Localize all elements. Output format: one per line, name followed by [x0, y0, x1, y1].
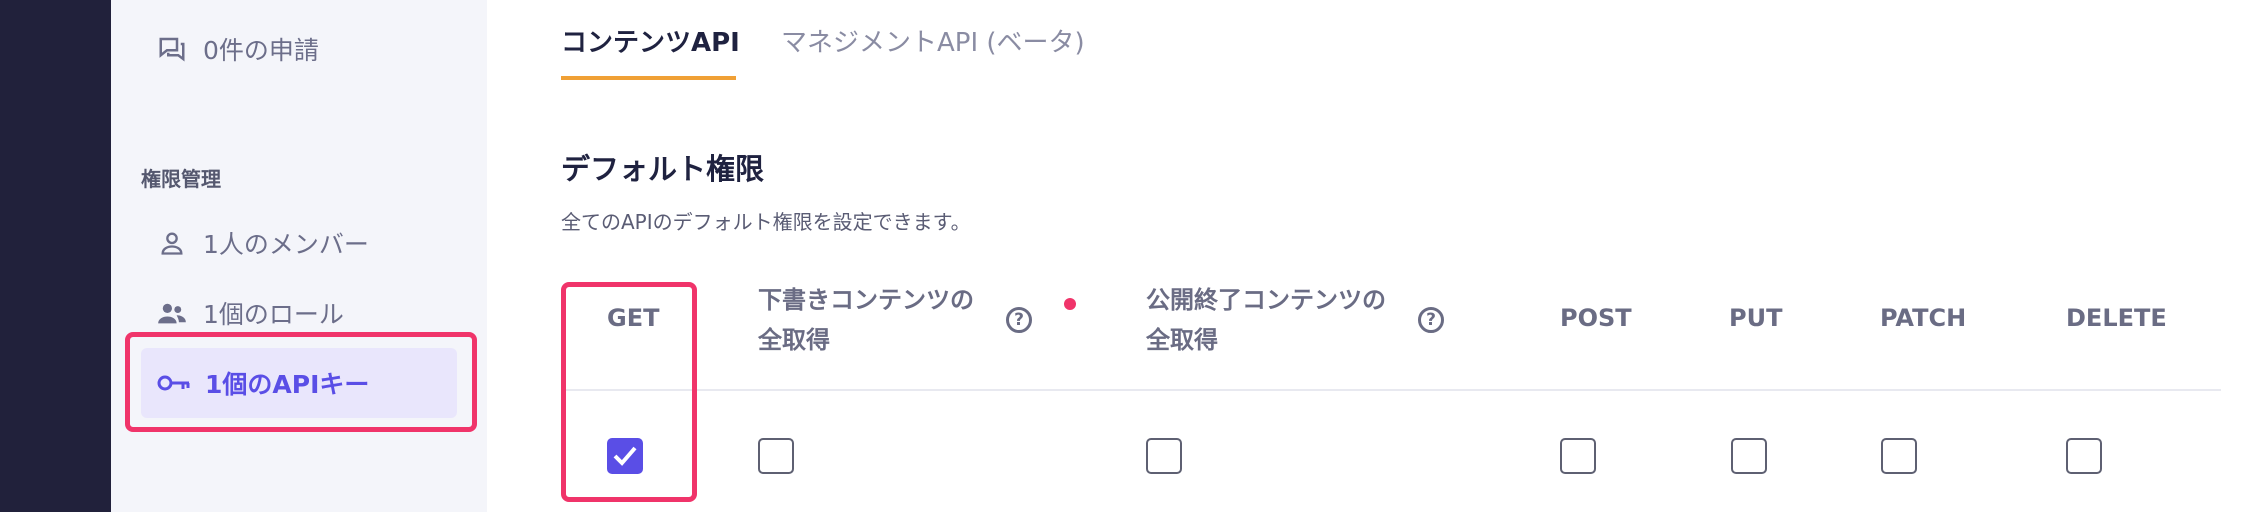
app-rail: [0, 0, 111, 512]
chat-icon: [155, 32, 189, 66]
sidebar-item-label: 1人のメンバー: [203, 230, 369, 259]
column-header-put: PUT: [1729, 304, 1783, 332]
table-divider: [561, 389, 2221, 391]
section-label-permissions: 権限管理: [141, 167, 221, 191]
help-icon[interactable]: ?: [1418, 307, 1444, 333]
column-header-delete: DELETE: [2066, 304, 2167, 332]
column-header-closed: 公開終了コンテンツの 全取得: [1146, 286, 1386, 354]
checkbox-draft[interactable]: [758, 438, 794, 474]
checkbox-delete[interactable]: [2066, 438, 2102, 474]
sidebar-item-members[interactable]: 1人のメンバー: [155, 225, 369, 261]
group-icon: [155, 296, 189, 330]
highlight-box-api-keys: [125, 332, 477, 432]
page-description: 全てのAPIのデフォルト権限を設定できます。: [561, 210, 971, 234]
sidebar-item-label: 0件の申請: [203, 36, 319, 65]
sidebar-item-requests[interactable]: 0件の申請: [155, 31, 319, 67]
tab-management-api[interactable]: マネジメントAPI (ベータ): [781, 22, 1085, 59]
tab-content-api[interactable]: コンテンツAPI: [561, 22, 740, 59]
help-icon[interactable]: ?: [1006, 307, 1032, 333]
active-tab-indicator: [561, 76, 736, 80]
column-header-draft: 下書きコンテンツの 全取得: [758, 286, 974, 354]
user-icon: [155, 226, 189, 260]
highlight-box-get: [561, 282, 697, 502]
checkbox-put[interactable]: [1731, 438, 1767, 474]
notification-dot: [1064, 298, 1076, 310]
page-title: デフォルト権限: [561, 152, 765, 186]
checkbox-patch[interactable]: [1881, 438, 1917, 474]
sidebar-item-roles[interactable]: 1個のロール: [155, 295, 344, 331]
checkbox-closed[interactable]: [1146, 438, 1182, 474]
sidebar-item-label: 1個のロール: [203, 300, 344, 329]
column-header-post: POST: [1560, 304, 1632, 332]
column-header-patch: PATCH: [1880, 304, 1967, 332]
checkbox-post[interactable]: [1560, 438, 1596, 474]
